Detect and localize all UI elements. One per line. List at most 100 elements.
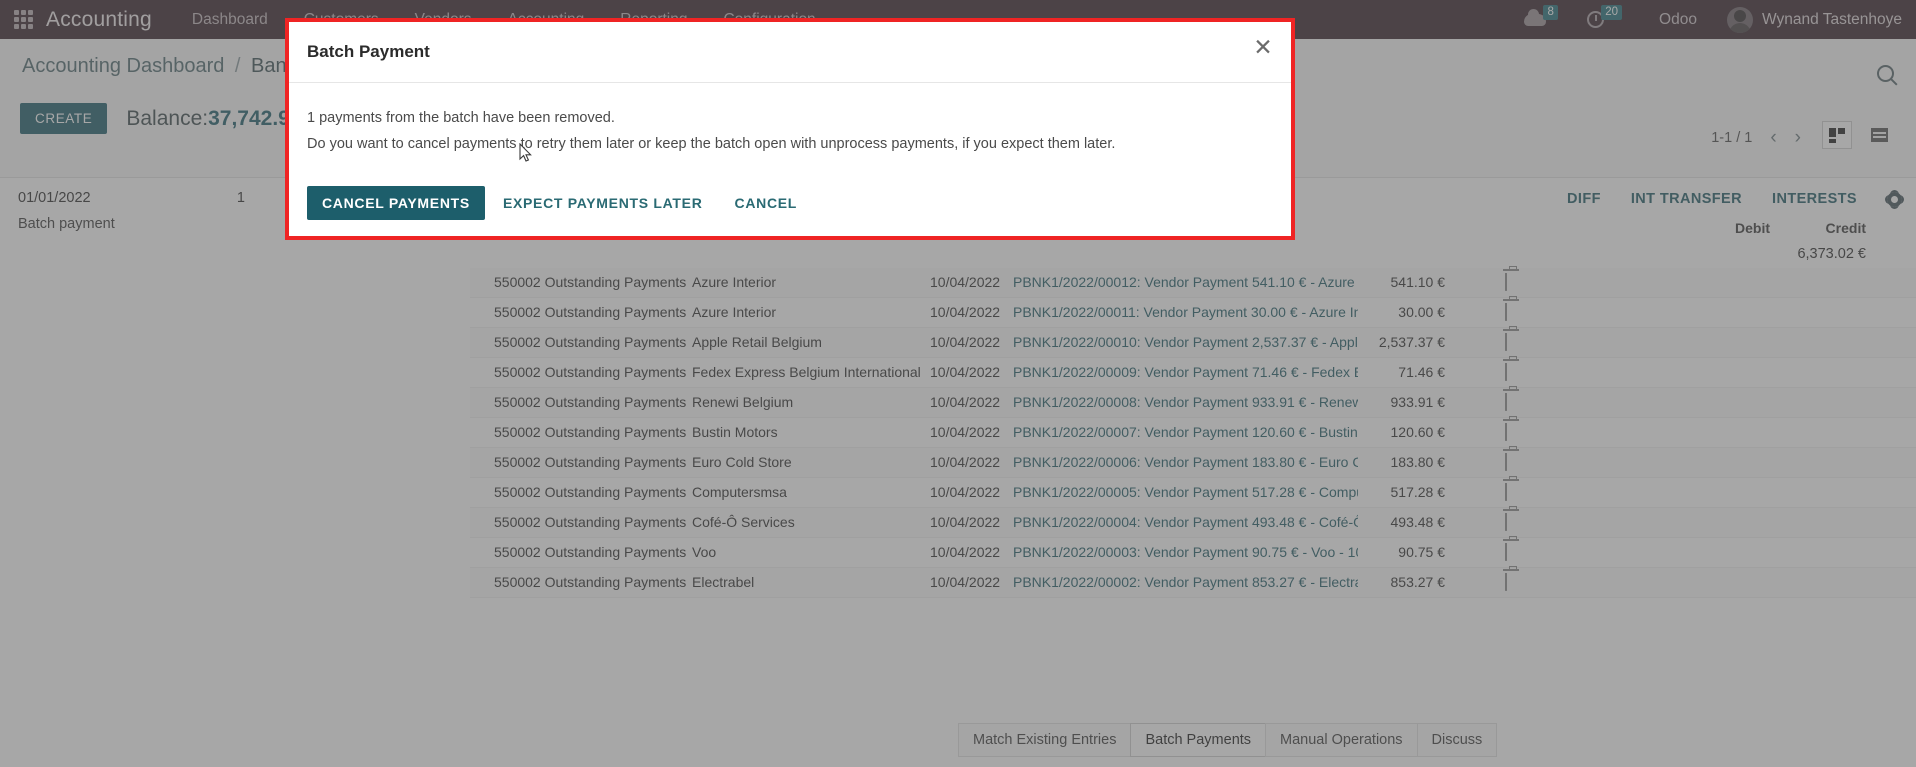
table-row[interactable]: 550002 Outstanding Payments Apple Retail … <box>470 328 1916 358</box>
cell-credit: 853.27 € <box>1390 574 1446 590</box>
table-row[interactable]: 550002 Outstanding Payments Fedex Express… <box>470 358 1916 388</box>
tab-manual-operations[interactable]: Manual Operations <box>1265 723 1417 757</box>
table-row[interactable]: 550002 Outstanding Payments Computersmsa 1… <box>470 478 1916 508</box>
table-row[interactable]: 550002 Outstanding Payments Azure Interio… <box>470 298 1916 328</box>
dialog-header: Batch Payment ✕ <box>289 22 1291 83</box>
cell-label[interactable]: PBNK1/2022/00002: Vendor Payment 853.27 … <box>1013 574 1358 590</box>
cell-credit: 30.00 € <box>1398 304 1445 320</box>
breadcrumb-root[interactable]: Accounting Dashboard <box>22 55 224 77</box>
search-icon[interactable] <box>1877 65 1894 82</box>
app-brand-accounting[interactable]: Accounting <box>46 8 152 32</box>
kanban-view-icon[interactable] <box>1822 121 1852 149</box>
statement-label: Batch payment <box>18 216 115 232</box>
table-row[interactable]: 550002 Outstanding Payments Bustin Motors… <box>470 418 1916 448</box>
reconcile-rows: 550002 Outstanding Payments Azure Interio… <box>470 268 1916 598</box>
trash-icon[interactable] <box>1505 273 1519 291</box>
statement-line[interactable]: 01/01/2022 Batch payment <box>18 190 115 232</box>
trash-icon[interactable] <box>1505 453 1519 471</box>
trash-icon[interactable] <box>1505 513 1519 531</box>
cell-date: 10/04/2022 <box>930 394 1001 410</box>
menu-dashboard[interactable]: Dashboard <box>192 11 268 29</box>
dialog-message-line2: Do you want to cancel payments to retry … <box>307 136 1116 152</box>
cell-label[interactable]: PBNK1/2022/00007: Vendor Payment 120.60 … <box>1013 424 1358 440</box>
cell-partner: Apple Retail Belgium <box>692 334 822 350</box>
chevron-right-icon[interactable]: › <box>1795 127 1801 149</box>
trash-icon[interactable] <box>1505 393 1519 411</box>
trash-icon[interactable] <box>1505 363 1519 381</box>
cell-partner: Azure Interior <box>692 274 777 290</box>
table-row[interactable]: 550002 Outstanding Payments Renewi Belgiu… <box>470 388 1916 418</box>
cell-label[interactable]: PBNK1/2022/00005: Vendor Payment 517.28 … <box>1013 484 1358 500</box>
cell-partner: Azure Interior <box>692 304 777 320</box>
dialog-footer: CANCEL PAYMENTS EXPECT PAYMENTS LATER CA… <box>289 182 1291 236</box>
cell-partner: Bustin Motors <box>692 424 778 440</box>
action-interests[interactable]: INTERESTS <box>1772 191 1857 207</box>
dialog-title: Batch Payment <box>307 42 430 61</box>
cell-date: 10/04/2022 <box>930 274 1001 290</box>
cell-date: 10/04/2022 <box>930 454 1001 470</box>
trash-icon[interactable] <box>1505 573 1519 591</box>
cancel-button[interactable]: CANCEL <box>721 186 812 220</box>
action-diff[interactable]: DIFF <box>1567 191 1601 207</box>
trash-icon[interactable] <box>1505 543 1519 561</box>
table-row[interactable]: 550002 Outstanding Payments Electrabel 10/… <box>470 568 1916 598</box>
list-view-icon[interactable] <box>1864 121 1894 149</box>
table-row[interactable]: 550002 Outstanding Payments Cofé-Ô Servic… <box>470 508 1916 538</box>
cell-partner: Electrabel <box>692 574 755 590</box>
activities-button[interactable]: 20 <box>1587 5 1625 28</box>
highlight-frame: Batch Payment ✕ 1 payments from the batc… <box>285 18 1295 240</box>
cell-date: 10/04/2022 <box>930 574 1001 590</box>
cell-credit: 933.91 € <box>1390 394 1446 410</box>
column-header-credit: Credit <box>1825 220 1866 236</box>
cell-partner: Fedex Express Belgium International <box>692 364 921 380</box>
trash-icon[interactable] <box>1505 303 1519 321</box>
tab-discuss[interactable]: Discuss <box>1416 723 1498 757</box>
cell-credit: 517.28 € <box>1390 484 1446 500</box>
action-int-transfer[interactable]: INT TRANSFER <box>1631 191 1742 207</box>
cell-date: 10/04/2022 <box>930 484 1001 500</box>
cell-credit: 120.60 € <box>1390 424 1446 440</box>
close-icon[interactable]: ✕ <box>1251 36 1275 60</box>
messages-button[interactable]: 8 <box>1524 5 1561 27</box>
reconcile-action-bar: DIFF INT TRANSFER INTERESTS <box>1567 178 1916 220</box>
reconcile-tabs: Match Existing Entries Batch Payments Manu… <box>958 723 1498 757</box>
table-row[interactable]: 550002 Outstanding Payments Voo 10/04/2022… <box>470 538 1916 568</box>
cancel-payments-button[interactable]: CANCEL PAYMENTS <box>307 186 485 220</box>
chevron-left-icon[interactable]: ‹ <box>1770 127 1776 149</box>
view-switcher <box>1822 121 1894 149</box>
cell-label[interactable]: PBNK1/2022/00011: Vendor Payment 30.00 €… <box>1013 304 1358 320</box>
cell-label[interactable]: PBNK1/2022/00009: Vendor Payment 71.46 €… <box>1013 364 1358 380</box>
statement-line-number: 1 <box>236 190 245 206</box>
expect-payments-later-button[interactable]: EXPECT PAYMENTS LATER <box>489 186 717 220</box>
tab-batch-payments[interactable]: Batch Payments <box>1130 723 1266 757</box>
table-row[interactable]: 550002 Outstanding Payments Azure Interio… <box>470 268 1916 298</box>
pager-range: 1-1 / 1 <box>1711 130 1753 146</box>
cell-label[interactable]: PBNK1/2022/00010: Vendor Payment 2,537.3… <box>1013 334 1358 350</box>
cell-date: 10/04/2022 <box>930 334 1001 350</box>
database-name[interactable]: Odoo <box>1659 11 1697 29</box>
gear-icon[interactable] <box>1887 191 1902 207</box>
tab-match-existing-entries[interactable]: Match Existing Entries <box>958 723 1131 757</box>
trash-icon[interactable] <box>1505 483 1519 501</box>
cell-account: 550002 Outstanding Payments <box>494 574 687 590</box>
cell-account: 550002 Outstanding Payments <box>494 544 687 560</box>
cell-label[interactable]: PBNK1/2022/00003: Vendor Payment 90.75 €… <box>1013 544 1358 560</box>
cell-label[interactable]: PBNK1/2022/00008: Vendor Payment 933.91 … <box>1013 394 1358 410</box>
trash-icon[interactable] <box>1505 333 1519 351</box>
cell-account: 550002 Outstanding Payments <box>494 394 687 410</box>
cell-partner: Cofé-Ô Services <box>692 514 795 530</box>
cell-partner: Computersmsa <box>692 484 787 500</box>
cell-label[interactable]: PBNK1/2022/00004: Vendor Payment 493.48 … <box>1013 514 1358 530</box>
cell-label[interactable]: PBNK1/2022/00012: Vendor Payment 541.10 … <box>1013 274 1358 290</box>
create-button[interactable]: CREATE <box>20 103 108 134</box>
breadcrumb: Accounting Dashboard / Bank R <box>22 55 317 78</box>
control-panel-actions: CREATE Balance:37,742.91 € <box>20 103 319 134</box>
cell-partner: Voo <box>692 544 717 560</box>
cell-label[interactable]: PBNK1/2022/00006: Vendor Payment 183.80 … <box>1013 454 1358 470</box>
apps-grid-icon[interactable] <box>14 10 33 29</box>
avatar[interactable] <box>1726 6 1753 33</box>
cell-date: 10/04/2022 <box>930 424 1001 440</box>
user-menu[interactable]: Wynand Tastenhoye <box>1762 11 1902 29</box>
table-row[interactable]: 550002 Outstanding Payments Euro Cold Sto… <box>470 448 1916 478</box>
trash-icon[interactable] <box>1505 423 1519 441</box>
